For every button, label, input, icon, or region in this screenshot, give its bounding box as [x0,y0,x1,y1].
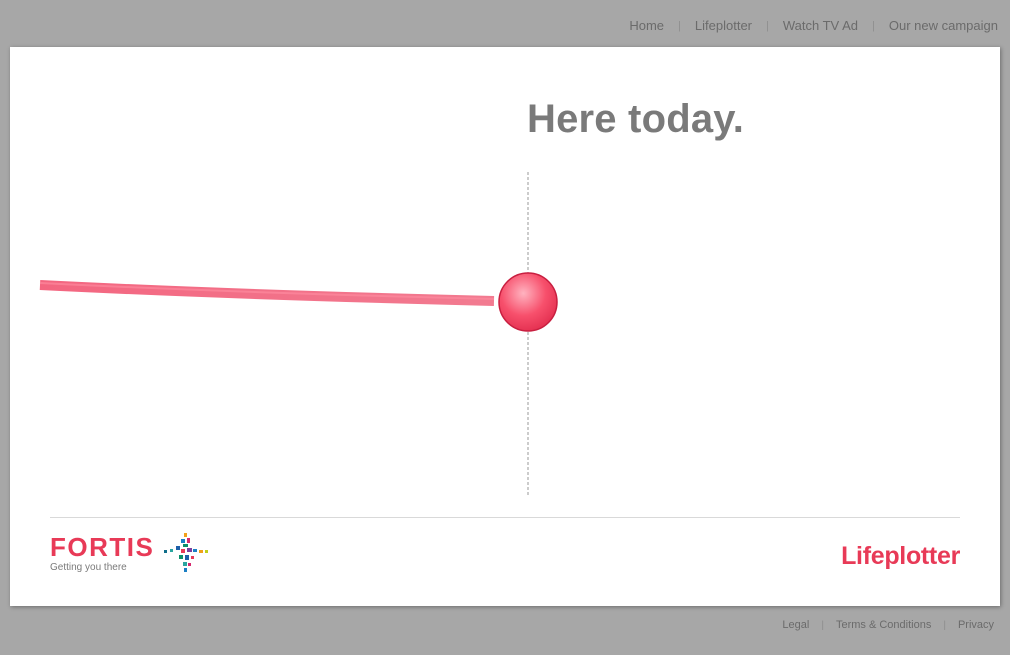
nav-separator: | [678,19,681,32]
footer-terms-link[interactable]: Terms & Conditions [836,619,931,631]
fortis-logo[interactable]: FORTIS Getting you there [50,532,212,573]
nav-separator: | [872,19,875,32]
today-position-marker[interactable] [498,272,558,332]
footer-divider [50,517,960,518]
lifeplotter-logo[interactable]: Lifeplotter [841,542,960,571]
nav-home-link[interactable]: Home [629,18,664,33]
brand-tagline: Getting you there [50,562,127,573]
footer-privacy-link[interactable]: Privacy [958,619,994,631]
nav-watch-tv-ad-link[interactable]: Watch TV Ad [783,18,858,33]
fortis-cross-logo-icon [164,532,209,572]
nav-separator: | [766,19,769,32]
main-panel: Here today. FORTIS Getting you there Lif… [10,47,1000,606]
nav-lifeplotter-link[interactable]: Lifeplotter [695,18,752,33]
top-navigation: Home | Lifeplotter | Watch TV Ad | Our n… [629,18,998,33]
footer-legal-link[interactable]: Legal [782,619,809,631]
footer-separator: | [821,619,824,631]
life-timeline [39,172,558,495]
footer-separator: | [943,619,946,631]
footer-navigation: Legal | Terms & Conditions | Privacy [782,619,994,631]
brand-name: FORTIS [50,532,155,562]
nav-our-new-campaign-link[interactable]: Our new campaign [889,18,998,33]
